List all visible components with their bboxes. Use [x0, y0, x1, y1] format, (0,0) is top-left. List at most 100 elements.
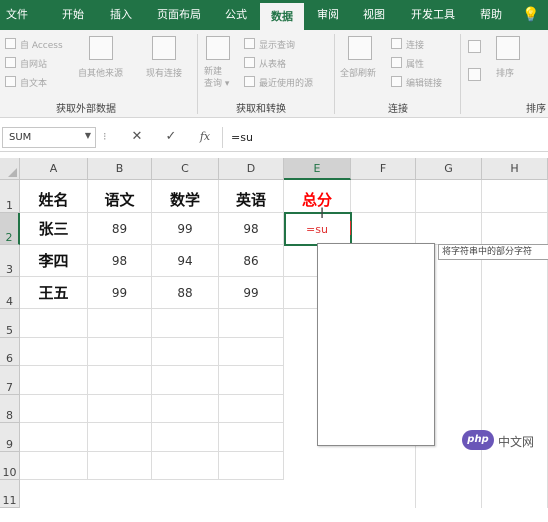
resize-handle-icon[interactable]: ⁝ — [103, 130, 107, 143]
new-query-button[interactable]: 新建 查询 ▾ — [204, 66, 229, 90]
tab-review[interactable]: 审阅 — [308, 0, 348, 30]
score-cell-english[interactable]: 99 — [219, 277, 284, 309]
row-header-10[interactable]: 10 — [0, 452, 20, 480]
sort-button[interactable]: 排序 — [496, 66, 514, 79]
empty-cell[interactable] — [152, 366, 219, 395]
row-header-6[interactable]: 6 — [0, 338, 20, 366]
student-name-cell[interactable]: 张三 — [20, 213, 88, 245]
empty-cell[interactable] — [20, 338, 88, 366]
show-queries-button[interactable]: 显示查询 — [259, 38, 295, 51]
empty-cell[interactable] — [482, 213, 548, 245]
score-cell-chinese[interactable]: 99 — [88, 277, 152, 309]
row-header-1[interactable]: 1 — [0, 180, 20, 213]
empty-cell[interactable] — [219, 395, 284, 423]
empty-cell[interactable] — [152, 309, 219, 338]
score-cell-math[interactable]: 88 — [152, 277, 219, 309]
empty-cell[interactable] — [219, 423, 284, 452]
score-cell-chinese[interactable]: 98 — [88, 245, 152, 277]
empty-cell[interactable] — [88, 366, 152, 395]
lightbulb-icon[interactable]: 💡 — [522, 6, 540, 24]
header-cell-total[interactable]: 总分 — [284, 180, 351, 213]
column-header-d[interactable]: D — [219, 158, 284, 180]
row-header-3[interactable]: 3 — [0, 245, 20, 277]
from-web-button[interactable]: 自网站 — [20, 57, 47, 70]
sort-az-icon[interactable] — [468, 40, 481, 53]
insert-function-icon[interactable]: fx — [196, 128, 214, 146]
empty-cell[interactable] — [416, 213, 482, 245]
empty-cell[interactable] — [20, 366, 88, 395]
tab-page-layout[interactable]: 页面布局 — [148, 0, 210, 30]
column-header-f[interactable]: F — [351, 158, 416, 180]
header-cell-name[interactable]: 姓名 — [20, 180, 88, 213]
empty-cell[interactable] — [88, 423, 152, 452]
column-header-h[interactable]: H — [482, 158, 548, 180]
tab-file[interactable]: 文件 — [0, 0, 34, 30]
student-name-cell[interactable]: 王五 — [20, 277, 88, 309]
empty-cell[interactable] — [20, 423, 88, 452]
empty-cell[interactable] — [219, 338, 284, 366]
connections-button[interactable]: 连接 — [406, 38, 424, 51]
empty-cell[interactable] — [88, 395, 152, 423]
sort-za-icon[interactable] — [468, 68, 481, 81]
active-cell-e2[interactable]: =su — [284, 212, 354, 248]
score-cell-english[interactable]: 98 — [219, 213, 284, 245]
empty-cell[interactable] — [351, 180, 416, 213]
column-header-c[interactable]: C — [152, 158, 219, 180]
from-table-button[interactable]: 从表格 — [259, 57, 286, 70]
name-box[interactable]: SUM ▼ — [2, 127, 96, 148]
empty-cell[interactable] — [20, 395, 88, 423]
score-cell-english[interactable]: 86 — [219, 245, 284, 277]
cancel-icon[interactable]: ✕ — [128, 128, 146, 146]
empty-cell[interactable] — [351, 213, 416, 245]
row-header-2[interactable]: 2 — [0, 213, 20, 245]
enter-icon[interactable]: ✓ — [162, 128, 180, 146]
other-sources-button[interactable]: 自其他来源 — [78, 66, 123, 79]
empty-cell[interactable] — [152, 395, 219, 423]
empty-cell[interactable] — [152, 452, 219, 480]
tab-developer[interactable]: 开发工具 — [400, 0, 466, 30]
select-all-corner[interactable] — [0, 158, 20, 180]
empty-cell[interactable] — [219, 366, 284, 395]
header-cell-chinese[interactable]: 语文 — [88, 180, 152, 213]
tab-insert[interactable]: 插入 — [100, 0, 142, 30]
row-header-5[interactable]: 5 — [0, 309, 20, 338]
score-cell-math[interactable]: 94 — [152, 245, 219, 277]
row-header-11[interactable]: 11 — [0, 480, 20, 508]
column-header-b[interactable]: B — [88, 158, 152, 180]
empty-cell[interactable] — [88, 309, 152, 338]
column-header-a[interactable]: A — [20, 158, 88, 180]
recent-sources-button[interactable]: 最近使用的源 — [259, 76, 313, 89]
column-header-g[interactable]: G — [416, 158, 482, 180]
tab-help[interactable]: 帮助 — [470, 0, 512, 30]
formula-input[interactable]: =su — [222, 127, 546, 148]
empty-cell[interactable] — [152, 338, 219, 366]
function-autocomplete-list[interactable] — [317, 243, 435, 446]
empty-cell[interactable] — [219, 309, 284, 338]
row-header-8[interactable]: 8 — [0, 395, 20, 423]
chevron-down-icon[interactable]: ▼ — [85, 131, 91, 140]
empty-cell[interactable] — [20, 309, 88, 338]
empty-cell[interactable] — [416, 180, 482, 213]
empty-cell[interactable] — [152, 423, 219, 452]
from-text-button[interactable]: 自文本 — [20, 76, 47, 89]
properties-button[interactable]: 属性 — [406, 57, 424, 70]
tab-data[interactable]: 数据 — [260, 3, 304, 30]
column-header-e[interactable]: E — [284, 158, 351, 180]
tab-formulas[interactable]: 公式 — [216, 0, 256, 30]
row-header-4[interactable]: 4 — [0, 277, 20, 309]
score-cell-math[interactable]: 99 — [152, 213, 219, 245]
empty-cell[interactable] — [482, 180, 548, 213]
empty-cell-column[interactable] — [482, 245, 548, 508]
student-name-cell[interactable]: 李四 — [20, 245, 88, 277]
empty-cell[interactable] — [20, 452, 88, 480]
header-cell-english[interactable]: 英语 — [219, 180, 284, 213]
empty-cell[interactable] — [219, 452, 284, 480]
edit-links-button[interactable]: 编辑链接 — [406, 76, 442, 89]
from-access-button[interactable]: 自 Access — [20, 38, 63, 51]
tab-view[interactable]: 视图 — [352, 0, 396, 30]
empty-cell[interactable] — [88, 338, 152, 366]
tab-home[interactable]: 开始 — [52, 0, 94, 30]
header-cell-math[interactable]: 数学 — [152, 180, 219, 213]
row-header-7[interactable]: 7 — [0, 366, 20, 395]
score-cell-chinese[interactable]: 89 — [88, 213, 152, 245]
